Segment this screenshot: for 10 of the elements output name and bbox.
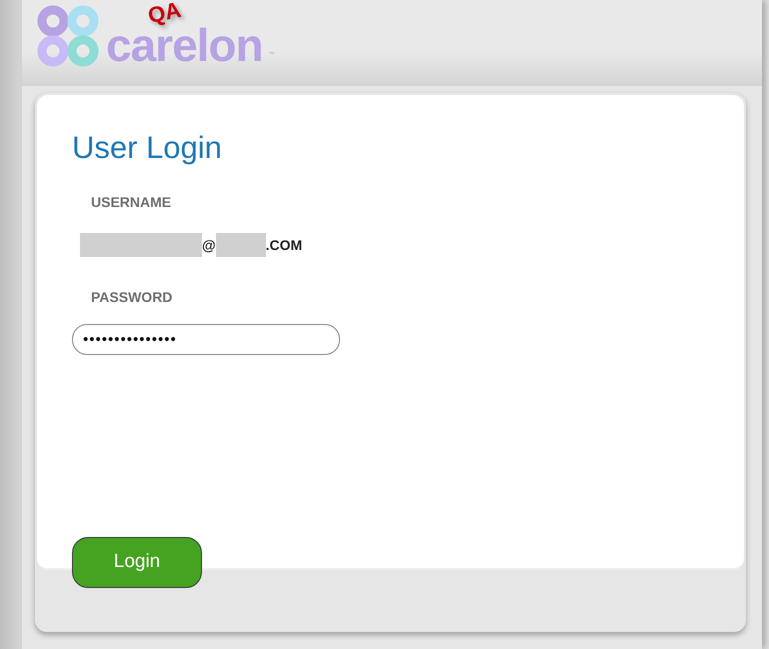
page-title: User Login [72,129,223,166]
logo-text: carelon [106,25,263,67]
username-domain: .COM [266,236,302,255]
password-field[interactable]: ••••••••••••••• [72,324,340,356]
username-at: @ [202,236,216,255]
qa-label: QA [146,0,183,28]
logo-icon [36,4,100,68]
password-label: PASSWORD [91,288,174,308]
username-label: USERNAME [91,193,172,212]
redaction-bar [216,233,266,258]
